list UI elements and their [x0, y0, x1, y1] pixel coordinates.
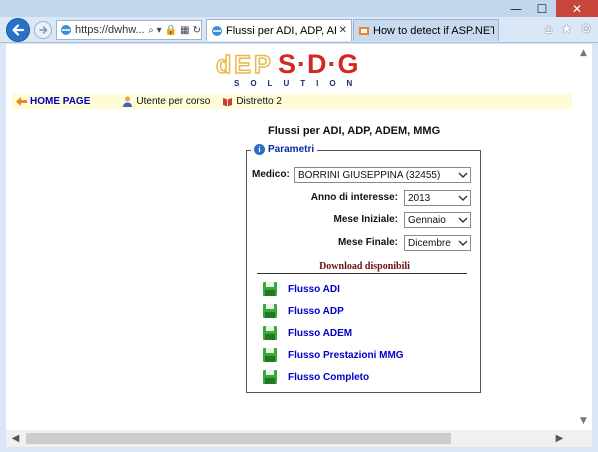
chevron-down-icon — [456, 172, 470, 178]
scroll-left-icon[interactable]: ◀ — [7, 430, 24, 447]
download-label: Flusso Completo — [288, 371, 370, 383]
download-label: Flusso ADI — [288, 283, 340, 295]
book-icon — [222, 96, 233, 107]
download-label: Flusso ADEM — [288, 327, 353, 339]
floppy-disk-icon — [263, 348, 277, 362]
legend-label: Parametri — [268, 144, 315, 155]
menu-home-page[interactable]: HOME PAGE — [16, 96, 90, 107]
horizontal-scroll-thumb[interactable] — [26, 433, 451, 444]
minimize-button[interactable]: — — [503, 0, 529, 17]
mese-finale-value: Dicembre — [408, 237, 451, 249]
chevron-down-icon — [456, 240, 470, 246]
download-flusso-prestazioni-mmg[interactable]: Flusso Prestazioni MMG — [262, 347, 404, 363]
anno-value: 2013 — [408, 192, 431, 204]
downloads-divider — [257, 273, 467, 274]
menu-utente-label: Utente per corso — [136, 96, 211, 107]
floppy-disk-icon — [263, 370, 277, 384]
mese-finale-select[interactable]: Dicembre — [404, 235, 471, 251]
logo-right-text: S·D·G — [278, 49, 360, 79]
chevron-down-icon — [456, 195, 470, 201]
chevron-down-icon — [456, 217, 470, 223]
downloads-heading: Download disponibili — [319, 261, 410, 272]
floppy-disk-icon — [263, 282, 277, 296]
floppy-disk-icon — [263, 304, 277, 318]
tab-asp-net[interactable]: How to detect if ASP.NET is en... — [353, 19, 499, 41]
address-bar[interactable]: https://dwhw... ⌕ ▾ 🔒 ▦ ↻ — [56, 20, 202, 40]
lock-icon[interactable]: 🔒 — [165, 25, 177, 36]
top-menu: HOME PAGE Utente per corso Distretto 2 — [12, 94, 572, 109]
page-viewport: dEP S·D·G SOLUTION HOME PAGE Utente per … — [6, 44, 592, 430]
home-icon[interactable]: ⌂ — [544, 22, 552, 37]
forward-button[interactable] — [34, 21, 52, 39]
floppy-disk-icon — [263, 326, 277, 340]
logo-left-text: dEP — [215, 51, 274, 80]
mese-finale-label: Mese Finale: — [337, 237, 398, 248]
mese-iniziale-select[interactable]: Gennaio — [404, 212, 471, 228]
parametri-fieldset: i Parametri Medico: BORRINI GIUSEPPINA (… — [246, 144, 481, 393]
ie-page-icon — [61, 25, 71, 35]
download-flusso-completo[interactable]: Flusso Completo — [262, 369, 369, 385]
anno-label: Anno di interesse: — [310, 192, 398, 203]
tab-label: Flussi per ADI, ADP, ADEM, ... — [226, 24, 336, 37]
tab-flussi[interactable]: Flussi per ADI, ADP, ADEM, ... ✕ — [206, 19, 352, 41]
download-label: Flusso Prestazioni MMG — [288, 349, 404, 361]
search-icon[interactable]: ⌕ — [148, 25, 154, 36]
tab-close-icon[interactable]: ✕ — [339, 25, 347, 36]
address-text: https://dwhw... — [75, 24, 145, 36]
menu-distretto[interactable]: Distretto 2 — [222, 96, 282, 107]
tab-label: How to detect if ASP.NET is en... — [373, 24, 494, 37]
forward-arrow-icon — [39, 26, 48, 34]
arrow-left-icon — [16, 96, 27, 107]
horizontal-scrollbar[interactable]: ◀ ▶ — [6, 430, 592, 447]
compat-icon[interactable]: ▦ — [180, 25, 189, 36]
medico-label: Medico: — [252, 169, 290, 180]
scroll-down-icon[interactable]: ▼ — [575, 414, 592, 428]
ie-tab-icon — [212, 25, 222, 36]
menu-home-label: HOME PAGE — [30, 96, 91, 107]
scroll-right-icon[interactable]: ▶ — [551, 430, 568, 447]
star-icon[interactable]: ★ — [561, 22, 573, 37]
refresh-icon[interactable]: ↻ — [193, 25, 201, 36]
download-label: Flusso ADP — [288, 305, 344, 317]
download-flusso-adi[interactable]: Flusso ADI — [262, 281, 340, 297]
parametri-legend: i Parametri — [251, 144, 318, 155]
back-arrow-icon — [12, 24, 25, 36]
browser-navbar: https://dwhw... ⌕ ▾ 🔒 ▦ ↻ Flussi per ADI… — [0, 17, 598, 43]
user-icon — [122, 96, 133, 107]
medico-value: BORRINI GIUSEPPINA (32455) — [298, 169, 441, 181]
scroll-up-icon[interactable]: ▲ — [575, 46, 592, 60]
info-icon: i — [254, 144, 265, 155]
page-title: Flussi per ADI, ADP, ADEM, MMG — [268, 125, 441, 137]
mese-iniziale-value: Gennaio — [408, 214, 446, 226]
download-flusso-adem[interactable]: Flusso ADEM — [262, 325, 352, 341]
logo-subtitle: SOLUTION — [234, 79, 364, 88]
window-titlebar: — ☐ ✕ — [0, 0, 598, 17]
download-flusso-adp[interactable]: Flusso ADP — [262, 303, 344, 319]
menu-utente[interactable]: Utente per corso — [122, 96, 210, 107]
vertical-scrollbar[interactable]: ▲ ▼ — [575, 44, 592, 430]
medico-select[interactable]: BORRINI GIUSEPPINA (32455) — [294, 167, 471, 183]
sdg-logo: dEP S·D·G SOLUTION — [215, 49, 366, 90]
dropdown-icon[interactable]: ▾ — [157, 25, 162, 36]
back-button[interactable] — [6, 18, 30, 42]
stackoverflow-tab-icon — [359, 26, 369, 35]
menu-distretto-label: Distretto 2 — [236, 96, 282, 107]
anno-select[interactable]: 2013 — [404, 190, 471, 206]
mese-iniziale-label: Mese Iniziale: — [333, 214, 398, 225]
maximize-button[interactable]: ☐ — [529, 0, 555, 17]
close-window-button[interactable]: ✕ — [556, 0, 598, 17]
gear-icon[interactable]: ⚙ — [580, 22, 592, 37]
